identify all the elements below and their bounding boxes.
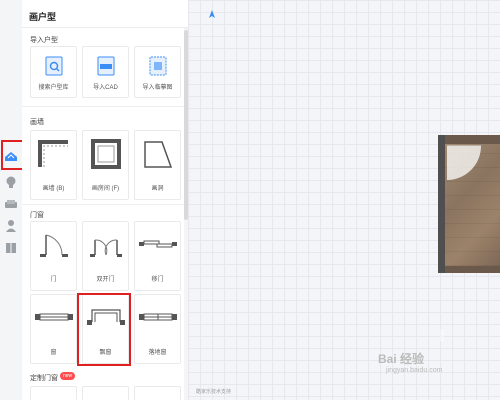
card-label: 移门 (151, 277, 164, 283)
card-label: 落地窗 (148, 350, 167, 356)
divider (22, 204, 188, 205)
draw-hole-icon (143, 141, 172, 168)
single-door-icon (39, 234, 68, 257)
sliding-door-icon (138, 240, 177, 248)
card-label: 画房间 (F) (91, 186, 120, 192)
watermark: Bai 经验 jingyan.baidu.com (378, 350, 442, 374)
floor-window-button[interactable]: 落地窗 (134, 294, 181, 364)
card-label: 搜索户型库 (38, 85, 69, 91)
section-title-doors-windows: 门窗 (30, 212, 44, 219)
card-label: 画洞 (151, 186, 164, 192)
card-label: 双开门 (96, 277, 115, 283)
card-label: 窗 (50, 350, 57, 356)
custom-card[interactable] (82, 386, 129, 400)
section-title-walls: 画墙 (30, 119, 44, 126)
custom-card[interactable] (134, 386, 181, 400)
search-floorplan-button[interactable]: 搜索户型库 (30, 46, 77, 98)
double-door-button[interactable]: 双开门 (82, 221, 129, 291)
highlight-box (77, 293, 131, 366)
import-cad-button[interactable]: 导入CAD (82, 46, 129, 98)
window-icon (34, 313, 73, 321)
watermark-text: Bai 经验 (378, 352, 425, 366)
floor-window-icon (138, 313, 177, 321)
design-canvas[interactable]: 2600 酷家乐技术支持 Bai 经验 jingyan.baidu.com (188, 0, 500, 400)
window-button[interactable]: 窗 (30, 294, 77, 364)
card-label: 导入CAD (93, 85, 118, 91)
watermark-subtext: jingyan.baidu.com (386, 367, 443, 374)
floorplan-panel: 画户型 导入户型 搜索户型库 导入CAD 导入临摹图 画墙 画墙 (B) 画房间… (22, 0, 189, 400)
import-trace-button[interactable]: 导入临摹图 (134, 46, 181, 98)
wall[interactable] (438, 135, 445, 273)
cad-file-icon (97, 56, 114, 76)
custom-card[interactable] (30, 386, 77, 400)
search-floorplan-icon (45, 56, 62, 76)
card-label: 画墙 (B) (42, 186, 65, 192)
sliding-door-button[interactable]: 移门 (134, 221, 181, 291)
panel-title: 画户型 (29, 12, 57, 22)
door-swing-icon (447, 145, 481, 180)
section-title-custom: 定制门窗 (30, 375, 58, 382)
draw-wall-button[interactable]: 画墙 (B) (30, 130, 77, 200)
new-badge: new (60, 372, 76, 380)
draw-hole-button[interactable]: 画洞 (134, 130, 181, 200)
draw-room-icon (90, 139, 121, 169)
user-icon[interactable] (3, 218, 19, 234)
left-tool-rail (0, 0, 23, 400)
sofa-icon[interactable] (3, 196, 19, 212)
draw-wall-icon (37, 140, 68, 167)
divider (22, 106, 188, 107)
bulb-icon[interactable] (3, 174, 19, 190)
draw-room-button[interactable]: 画房间 (F) (82, 130, 129, 200)
double-door-icon (89, 239, 122, 257)
divider (22, 27, 188, 28)
card-label: 门 (50, 277, 57, 283)
footer-note: 酷家乐技术支持 (196, 389, 232, 395)
north-arrow-icon (209, 10, 215, 18)
trace-image-icon (149, 56, 166, 76)
dimension-label: 2600 (438, 330, 444, 342)
room-plan[interactable]: 2600 (438, 135, 500, 341)
cabinet-icon[interactable] (3, 240, 19, 256)
card-label: 导入临摹图 (142, 85, 173, 91)
single-door-button[interactable]: 门 (30, 221, 77, 291)
section-title-import: 导入户型 (30, 37, 58, 44)
